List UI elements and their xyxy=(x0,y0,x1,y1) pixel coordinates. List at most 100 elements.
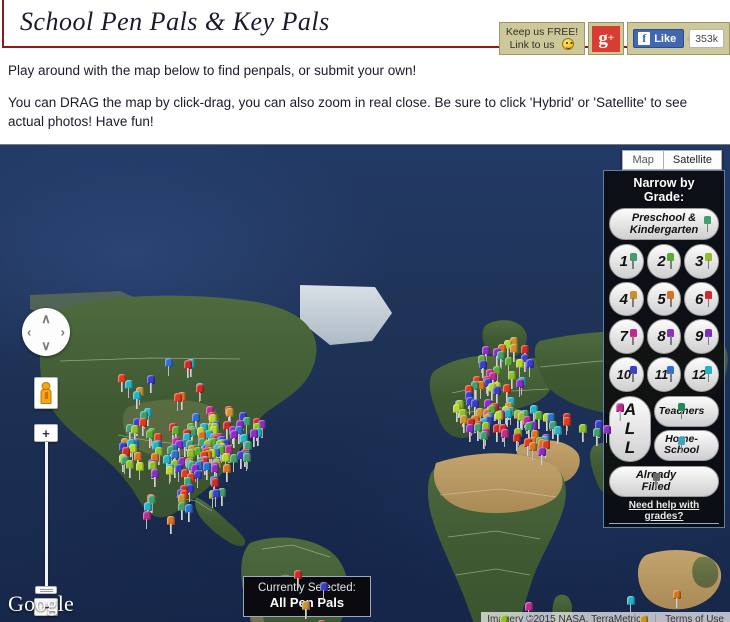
map-pin[interactable] xyxy=(562,417,571,436)
map-pin[interactable] xyxy=(538,447,547,465)
pan-down-icon[interactable]: ∨ xyxy=(41,339,51,352)
grade-button-8[interactable]: 8 xyxy=(646,319,682,355)
narrow-by-grade-panel[interactable]: Narrow by Grade: Preschool & Kindergarte… xyxy=(603,170,725,528)
keep-us-free-link-box[interactable]: Keep us FREE! Link to us xyxy=(498,22,586,55)
map-pin[interactable] xyxy=(579,423,588,442)
map-pin[interactable] xyxy=(492,386,501,405)
map-pin[interactable] xyxy=(164,358,173,377)
map-pin[interactable] xyxy=(525,358,534,377)
grade-label: 4 xyxy=(619,290,628,308)
intro-paragraph-1: Play around with the map below to find p… xyxy=(8,63,417,78)
facebook-f-icon: f xyxy=(638,32,651,45)
grade-button-2[interactable]: 2 xyxy=(646,244,682,279)
map-pin[interactable] xyxy=(184,360,193,379)
map-pin[interactable] xyxy=(515,359,524,378)
pin-icon xyxy=(704,216,711,232)
google-map[interactable]: ∧ ∨ ‹ › + − Map Satellite Narrow by Grad… xyxy=(0,144,730,622)
grade-button-homeschool[interactable]: Home- School xyxy=(654,429,719,461)
pin-icon xyxy=(667,328,675,345)
social-buttons-strip: Keep us FREE! Link to us g + f Like 353k xyxy=(498,22,730,55)
map-pin[interactable] xyxy=(147,374,156,393)
map-pin[interactable] xyxy=(132,391,141,410)
pin-icon xyxy=(678,403,685,420)
pin-icon xyxy=(667,366,675,383)
map-type-map[interactable]: Map xyxy=(622,150,664,170)
map-pin[interactable] xyxy=(479,430,488,449)
map-pan-control[interactable]: ∧ ∨ ‹ › xyxy=(22,308,70,356)
map-pin[interactable] xyxy=(499,614,508,622)
map-pin[interactable] xyxy=(223,463,232,482)
pan-left-icon[interactable]: ‹ xyxy=(27,326,31,339)
map-pin[interactable] xyxy=(593,428,601,446)
map-pin[interactable] xyxy=(515,379,524,398)
facebook-like-button[interactable]: f Like xyxy=(633,29,685,48)
map-pin[interactable] xyxy=(602,424,611,443)
need-help-with-grades-link[interactable]: Need help with grades? xyxy=(609,500,719,524)
map-pin[interactable] xyxy=(242,452,251,471)
map-pin[interactable] xyxy=(626,596,635,615)
map-pin[interactable] xyxy=(150,469,159,488)
map-pin[interactable] xyxy=(616,403,625,422)
grade-button-6[interactable]: 6 xyxy=(684,281,719,317)
map-pin[interactable] xyxy=(195,383,204,402)
map-pin[interactable] xyxy=(553,426,562,445)
map-pin[interactable] xyxy=(319,581,328,600)
grade-button-7[interactable]: 7 xyxy=(609,319,644,354)
gplus-letter: g xyxy=(598,28,608,49)
google-plus-share-button[interactable]: g + xyxy=(588,22,625,55)
grade-button-teachers[interactable]: Teachers xyxy=(654,395,719,427)
map-pin[interactable] xyxy=(167,515,176,534)
grade-button-3[interactable]: 3 xyxy=(684,244,719,279)
grade-buttons-grid[interactable]: 1 2 3 4 5 6 7 8 9 10 11 12 xyxy=(609,244,719,392)
map-type-satellite[interactable]: Satellite xyxy=(663,150,722,170)
grade-button-11[interactable]: 11 xyxy=(646,357,682,392)
pan-right-icon[interactable]: › xyxy=(61,326,65,339)
zoom-in-button[interactable]: + xyxy=(34,424,58,442)
google-plus-icon: g + xyxy=(592,25,621,52)
map-pin[interactable] xyxy=(302,601,311,620)
street-view-pegman-icon[interactable] xyxy=(34,377,58,409)
grade-label: 8 xyxy=(657,328,666,346)
grade-label: 7 xyxy=(619,328,628,346)
grade-button-already-filled[interactable]: Already Filled xyxy=(609,465,719,497)
map-pin[interactable] xyxy=(126,460,134,479)
map-pin[interactable] xyxy=(135,462,144,480)
grade-button-5[interactable]: 5 xyxy=(646,281,682,317)
map-pin[interactable] xyxy=(173,393,182,412)
facebook-like-box[interactable]: f Like 353k xyxy=(627,22,730,55)
grade-button-4[interactable]: 4 xyxy=(609,281,644,317)
map-pin[interactable] xyxy=(500,429,509,448)
map-pin[interactable] xyxy=(466,423,475,442)
grade-panel-bottom-row: A L L Teachers Home- School xyxy=(609,395,719,462)
terms-of-use-link[interactable]: Terms of Use xyxy=(665,614,724,622)
facebook-like-label: Like xyxy=(654,32,677,45)
map-pin[interactable] xyxy=(211,489,220,507)
map-pin[interactable] xyxy=(528,442,537,460)
all-letter-l1: L xyxy=(624,419,636,439)
grade-label: 9 xyxy=(694,328,704,346)
grade-button-9[interactable]: 9 xyxy=(684,319,719,355)
panel-title-line1: Narrow by xyxy=(633,176,695,190)
pan-up-icon[interactable]: ∧ xyxy=(41,312,51,325)
map-pin[interactable] xyxy=(165,465,174,484)
pin-icon xyxy=(705,328,712,345)
grade-button-12[interactable]: 12 xyxy=(684,357,719,392)
zoom-slider-track[interactable] xyxy=(44,442,48,590)
map-type-control[interactable]: Map Satellite xyxy=(622,150,722,170)
map-pin[interactable] xyxy=(524,601,533,620)
grade-button-preschool-kindergarten[interactable]: Preschool & Kindergarten xyxy=(609,208,719,240)
grade-button-all[interactable]: A L L xyxy=(609,395,651,462)
grade-button-1[interactable]: 1 xyxy=(609,244,644,279)
map-zoom-control[interactable]: + − xyxy=(34,424,58,616)
map-pin[interactable] xyxy=(672,589,681,608)
map-pin[interactable] xyxy=(142,511,151,530)
map-pin[interactable] xyxy=(640,614,649,622)
map-pin[interactable] xyxy=(124,380,133,398)
pin-icon xyxy=(667,253,675,270)
grade-label: 5 xyxy=(657,290,666,308)
grade-button-10[interactable]: 10 xyxy=(609,357,644,392)
map-pin[interactable] xyxy=(184,503,193,522)
google-logo: Google xyxy=(8,591,74,616)
map-pin[interactable] xyxy=(513,433,522,451)
map-pin[interactable] xyxy=(294,569,303,588)
